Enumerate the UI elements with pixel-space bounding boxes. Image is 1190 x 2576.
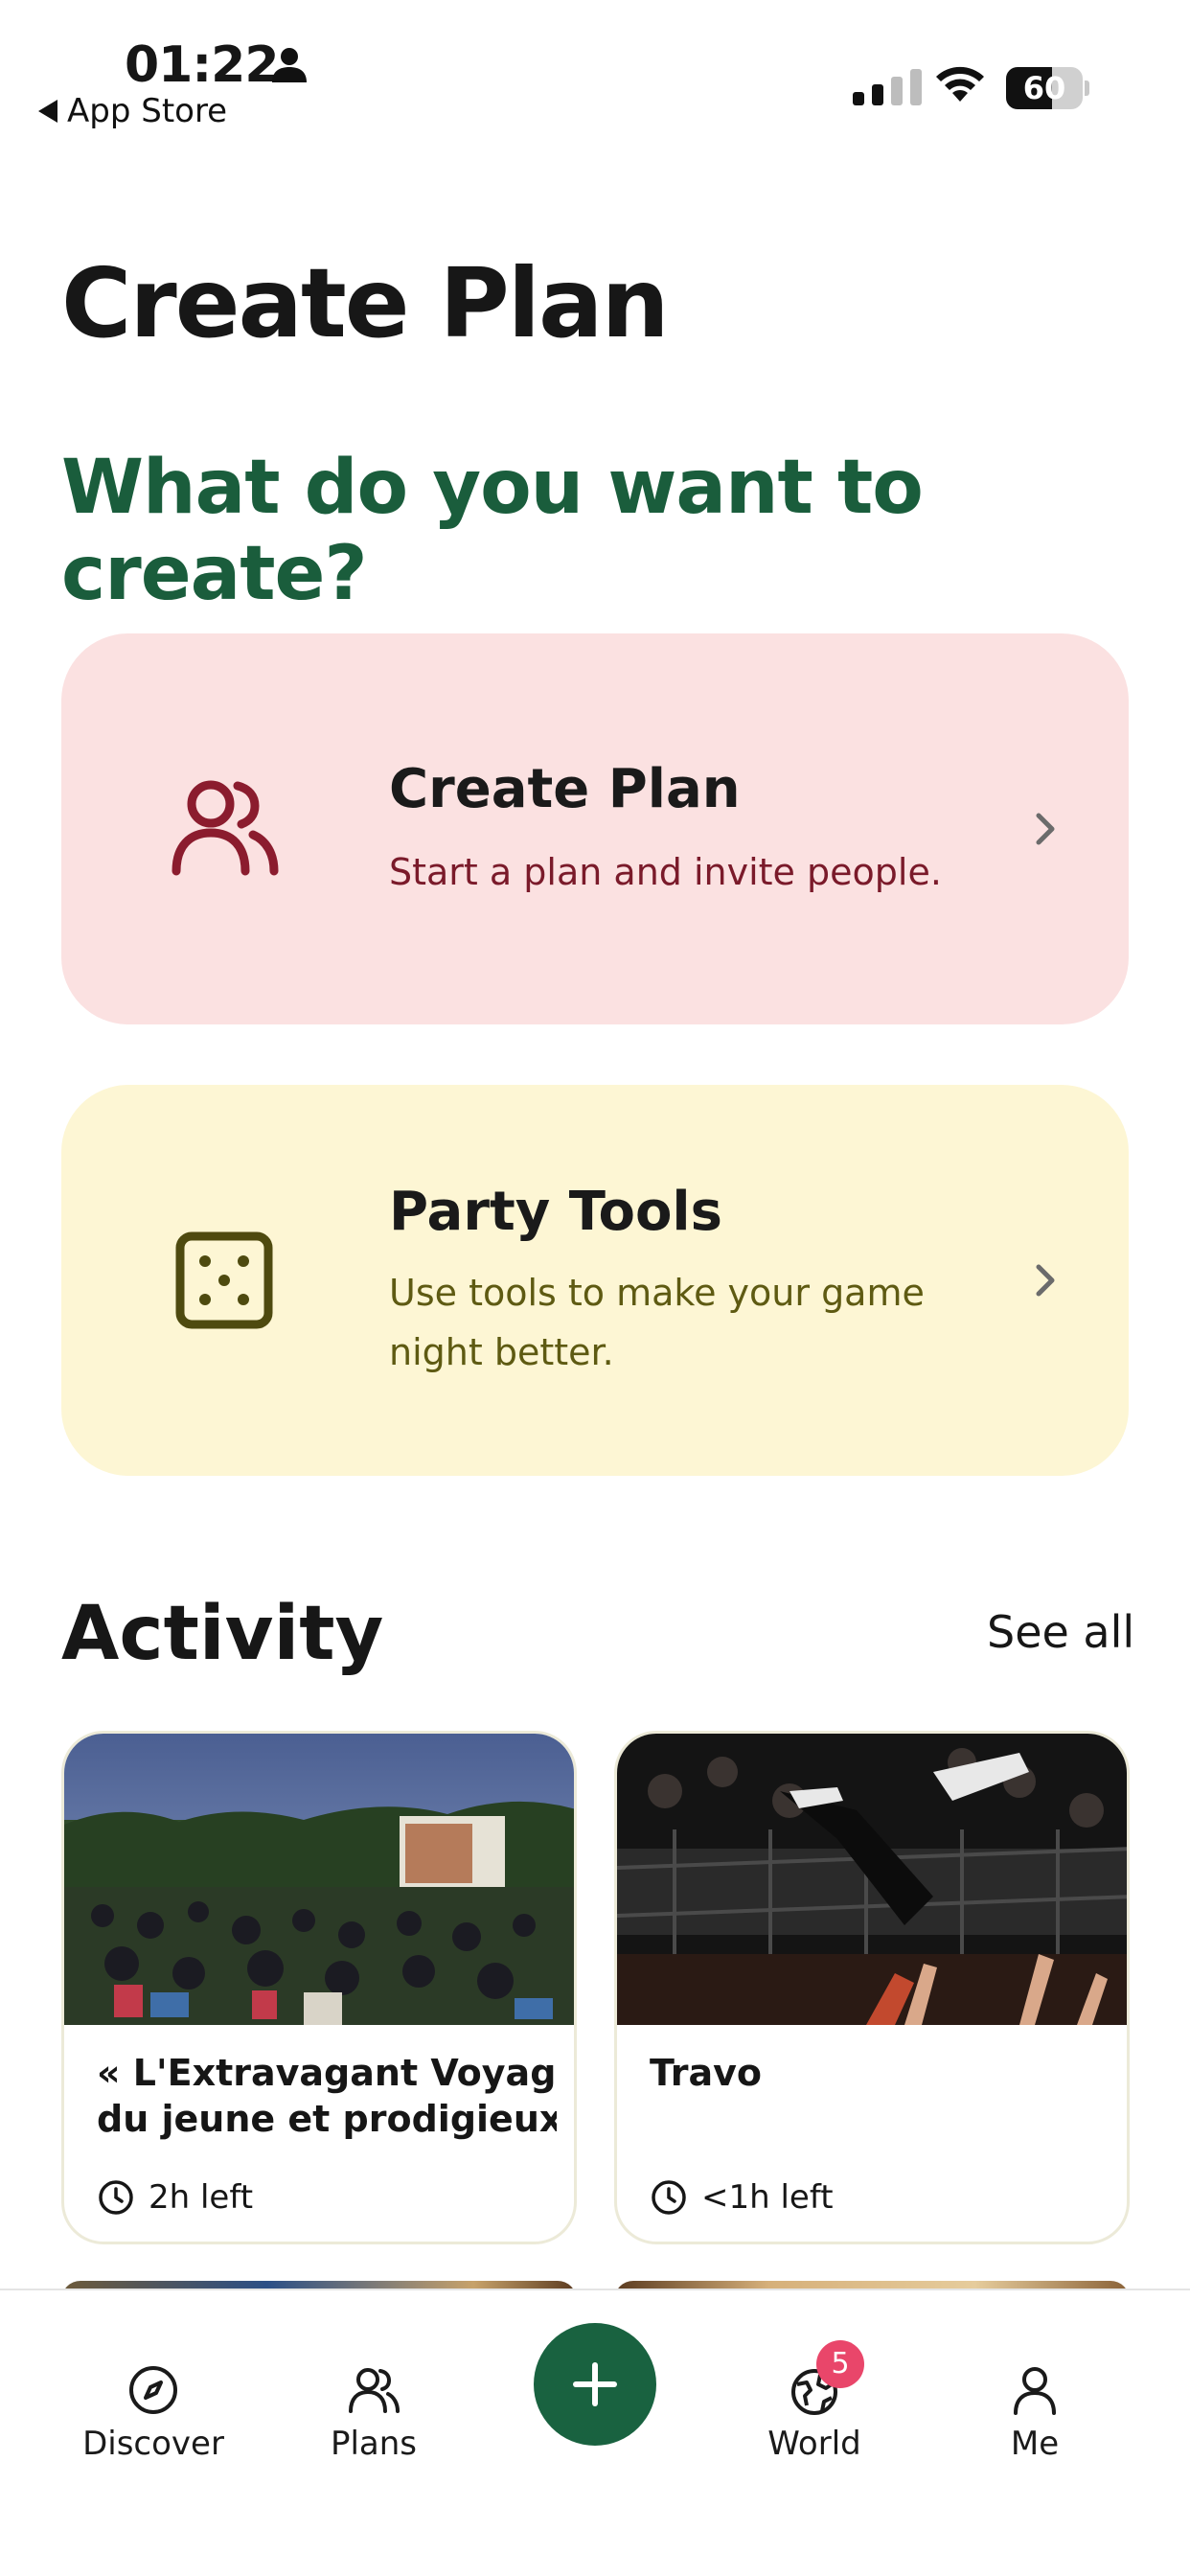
tab-discover[interactable]: Discover [57,2363,249,2463]
clock-icon [652,2180,686,2215]
plus-icon [573,2362,617,2406]
outdoor-cinema-photo [64,1734,574,2025]
activity-time-left: 2h left [97,2178,253,2217]
tab-label: Plans [330,2425,418,2463]
dice-icon [175,1231,273,1329]
see-all-link[interactable]: See all [987,1606,1134,1658]
activity-name-line: Travo [650,2052,763,2094]
create-plan-screen: 01:22 App Store 60 Create Plan What do y… [0,0,1190,2576]
create-plan-title: Create Plan [389,758,741,820]
concert-crowd-photo [617,1734,1127,2025]
create-question: What do you want to create? [61,445,924,617]
status-time: 01:22 [125,36,280,94]
activity-name: « L'Extravagant Voyage du jeune et prodi… [97,2050,557,2142]
activity-name: Travo [650,2050,1110,2096]
page-title: Create Plan [61,247,670,359]
party-tools-description: Use tools to make your game night better… [389,1272,925,1373]
create-plus-button[interactable] [534,2323,656,2446]
activity-name-line: du jeune et prodigieux T... [97,2098,557,2140]
tab-me[interactable]: Me [939,2363,1131,2463]
activity-name-line: « L'Extravagant Voyage [97,2052,557,2094]
tab-plans[interactable]: Plans [278,2363,469,2463]
people-icon [349,2368,400,2413]
create-plan-card[interactable]: Create Plan Start a plan and invite peop… [61,633,1129,1024]
chevron-right-icon [1036,1264,1055,1297]
back-to-app-store[interactable]: App Store [38,92,227,130]
time-left-label: 2h left [149,2178,254,2217]
compass-icon [129,2366,177,2414]
party-tools-title: Party Tools [389,1181,722,1243]
cellular-signal-icon [853,69,922,105]
create-plan-description: Start a plan and invite people. [389,851,942,893]
clock-icon [99,2180,133,2215]
back-app-label: App Store [67,92,228,130]
person-status-icon [272,48,307,82]
activity-heading: Activity [61,1591,384,1677]
home-indicator-area [0,2530,1190,2576]
activity-card[interactable]: Travo <1h left [614,1731,1130,2244]
wifi-icon [936,66,984,102]
notification-badge: 5 [816,2340,864,2388]
activity-time-left: <1h left [650,2178,834,2217]
back-triangle-icon [38,100,57,123]
battery-icon: 60 [1006,67,1089,109]
tab-label: World [767,2425,861,2463]
tab-label: Discover [82,2425,224,2463]
tab-label: Me [1010,2425,1060,2463]
time-left-label: <1h left [701,2178,834,2217]
battery-level: 60 [1022,70,1066,106]
tab-world[interactable]: World [719,2363,910,2463]
people-icon [172,780,279,876]
person-icon [1014,2367,1056,2415]
chevron-right-icon [1036,813,1055,845]
party-tools-card[interactable]: Party Tools Use tools to make your game … [61,1085,1129,1476]
activity-card[interactable]: « L'Extravagant Voyage du jeune et prodi… [61,1731,577,2244]
